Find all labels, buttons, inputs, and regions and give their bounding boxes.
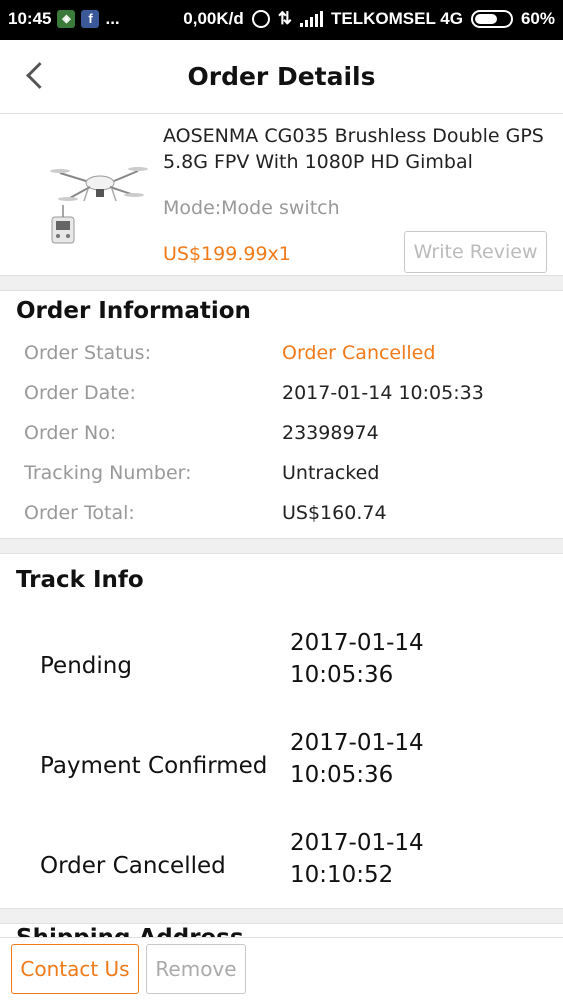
order-status-value: Order Cancelled <box>282 342 436 364</box>
tracking-number-row: Tracking Number: Untracked <box>0 454 563 494</box>
bottom-action-bar: Contact Us Remove <box>0 937 563 1000</box>
track-event-datetime: 2017-01-14 10:05:36 <box>290 727 510 791</box>
tracking-number-label: Tracking Number: <box>24 462 192 484</box>
track-event-time: 10:10:52 <box>290 862 394 888</box>
order-number-value: 23398974 <box>282 422 379 444</box>
section-divider <box>0 908 563 924</box>
track-event-date: 2017-01-14 <box>290 830 424 856</box>
carrier-name: TELKOMSEL 4G <box>331 9 463 28</box>
battery-percent: 60% <box>520 9 555 28</box>
track-event-status: Pending <box>40 653 132 679</box>
product-card[interactable]: AOSENMA CG035 Brushless Double GPS 5.8G … <box>0 115 563 275</box>
track-info-title: Track Info <box>16 567 144 593</box>
order-date-value: 2017-01-14 10:05:33 <box>282 382 484 404</box>
more-notifications: ... <box>105 9 120 28</box>
order-status-row: Order Status: Order Cancelled <box>0 334 563 374</box>
product-name[interactable]: AOSENMA CG035 Brushless Double GPS 5.8G … <box>163 123 553 175</box>
contact-us-button[interactable]: Contact Us <box>11 944 139 994</box>
track-event-status: Order Cancelled <box>40 853 226 879</box>
track-event-datetime: 2017-01-14 10:10:52 <box>290 827 510 891</box>
order-status-label: Order Status: <box>24 342 151 364</box>
data-transfer-icon: ⇅ <box>277 9 293 28</box>
signal-icon <box>300 11 324 27</box>
track-event: Payment Confirmed 2017-01-14 10:05:36 <box>0 727 563 827</box>
order-information-title: Order Information <box>16 298 251 324</box>
section-divider <box>0 538 563 554</box>
page-title: Order Details <box>187 62 376 91</box>
track-event-time: 10:05:36 <box>290 762 394 788</box>
app-header: Order Details <box>0 40 563 114</box>
track-event: Pending 2017-01-14 10:05:36 <box>0 627 563 727</box>
order-date-row: Order Date: 2017-01-14 10:05:33 <box>0 374 563 414</box>
product-mode: Mode:Mode switch <box>163 197 340 219</box>
write-review-button[interactable]: Write Review <box>404 231 547 273</box>
order-date-label: Order Date: <box>24 382 136 404</box>
track-event-date: 2017-01-14 <box>290 730 424 756</box>
order-total-value: US$160.74 <box>282 502 387 524</box>
order-total-row: Order Total: US$160.74 <box>0 494 563 534</box>
order-number-row: Order No: 23398974 <box>0 414 563 454</box>
order-total-label: Order Total: <box>24 502 135 524</box>
track-event-time: 10:05:36 <box>290 662 394 688</box>
facebook-icon: f <box>81 10 100 28</box>
status-bar: 10:45 ◈ f ... 0,00K/d ⇅ TELKOMSEL 4G 60% <box>0 0 563 40</box>
track-event-datetime: 2017-01-14 10:05:36 <box>290 627 510 691</box>
track-event-date: 2017-01-14 <box>290 630 424 656</box>
order-number-label: Order No: <box>24 422 117 444</box>
alarm-icon <box>251 10 270 28</box>
remove-button[interactable]: Remove <box>146 944 246 994</box>
status-bar-left: 10:45 ◈ f ... <box>8 9 120 29</box>
section-divider <box>0 275 563 291</box>
track-event-status: Payment Confirmed <box>40 753 268 779</box>
battery-icon <box>470 10 513 28</box>
status-bar-right: 0,00K/d ⇅ TELKOMSEL 4G 60% <box>183 9 555 29</box>
network-speed: 0,00K/d <box>183 9 244 28</box>
drone-product-image <box>50 167 148 244</box>
product-price: US$199.99x1 <box>163 243 291 265</box>
shield-icon: ◈ <box>57 10 76 28</box>
clock-time: 10:45 <box>8 9 52 28</box>
tracking-number-value: Untracked <box>282 462 380 484</box>
